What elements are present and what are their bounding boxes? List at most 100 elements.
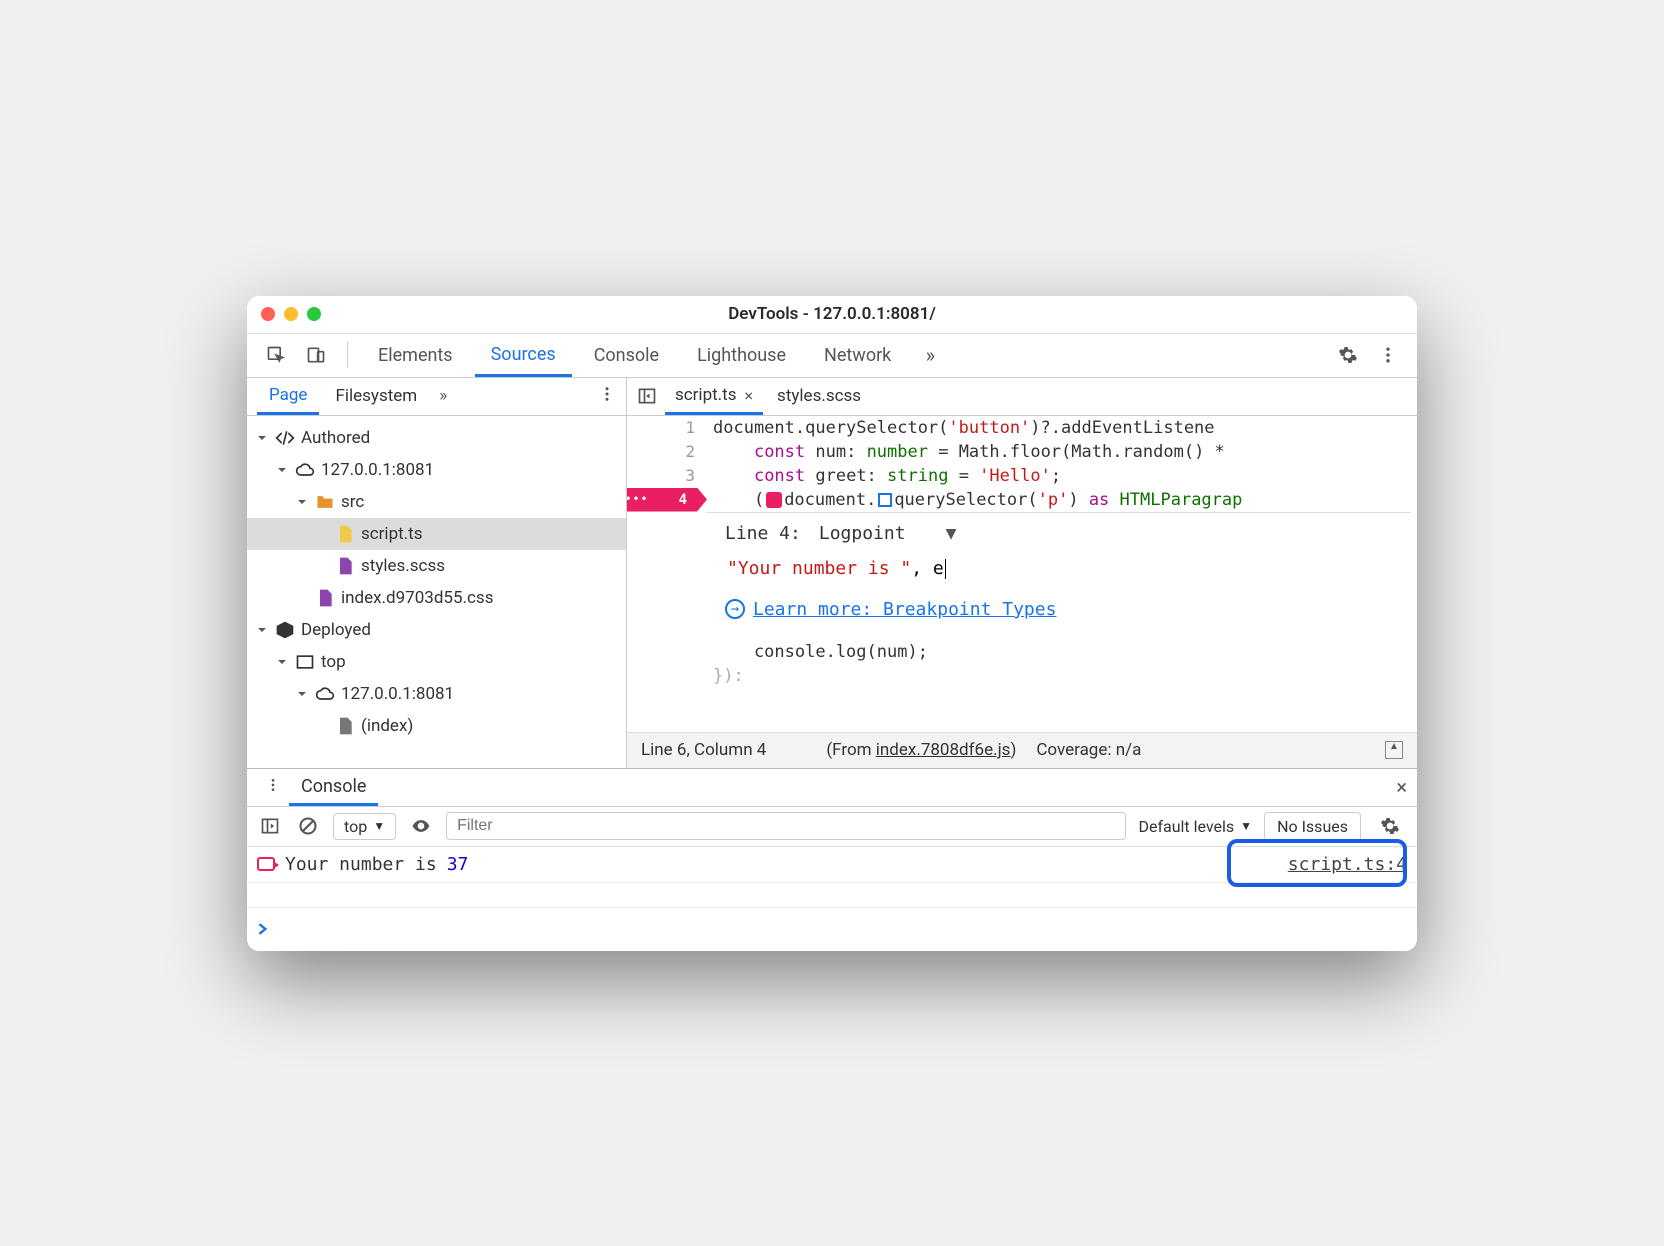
frame-icon <box>295 652 315 672</box>
tree-file-indexcss[interactable]: index.d9703d55.css <box>247 582 626 614</box>
tree-host[interactable]: 127.0.0.1:8081 <box>247 454 626 486</box>
logpoint-editor: Line 4: Logpoint ▼ "Your number is ", e … <box>707 512 1411 634</box>
tree-label: src <box>341 492 364 512</box>
tree-label: Authored <box>301 428 370 448</box>
console-message[interactable]: Your number is 37 script.ts:4 <box>247 847 1417 883</box>
close-tab-icon[interactable]: × <box>745 386 754 405</box>
css-file-icon <box>315 588 335 608</box>
inspect-element-icon[interactable] <box>259 338 293 372</box>
source-map-from: (From index.7808df6e.js) <box>826 740 1016 760</box>
tree-label: index.d9703d55.css <box>341 588 493 608</box>
tab-page[interactable]: Page <box>257 378 319 415</box>
code-editor[interactable]: 1 2 3 4 4 document.querySelector('button… <box>627 416 1417 732</box>
divider <box>347 342 348 368</box>
navigator-menu-icon[interactable] <box>598 385 616 407</box>
minimize-window-button[interactable] <box>284 307 298 321</box>
cursor-position: Line 6, Column 4 <box>641 740 766 760</box>
gutter[interactable]: 1 2 3 4 4 <box>627 416 707 732</box>
kebab-menu-icon[interactable] <box>1371 338 1405 372</box>
tree-deployed[interactable]: Deployed <box>247 614 626 646</box>
logpoint-message-icon <box>257 857 275 871</box>
issues-button[interactable]: No Issues <box>1264 812 1361 841</box>
chevron-down-icon: ▼ <box>946 523 957 544</box>
step-marker-icon <box>878 493 892 507</box>
document-icon <box>335 716 355 736</box>
clear-console-icon[interactable] <box>295 809 321 843</box>
message-number: 37 <box>447 854 469 875</box>
tab-sources[interactable]: Sources <box>475 334 572 377</box>
tree-file-script[interactable]: script.ts <box>247 518 626 550</box>
tab-lighthouse[interactable]: Lighthouse <box>681 334 802 377</box>
tree-label: Deployed <box>301 620 371 640</box>
log-levels-select[interactable]: Default levels ▼ <box>1138 817 1252 836</box>
breakpoint-type-value: Logpoint <box>819 523 906 544</box>
tree-folder-src[interactable]: src <box>247 486 626 518</box>
pretty-print-icon[interactable] <box>1385 741 1403 759</box>
tree-file-styles[interactable]: styles.scss <box>247 550 626 582</box>
chevron-down-icon: ▼ <box>1240 819 1252 833</box>
tree-host-deployed[interactable]: 127.0.0.1:8081 <box>247 678 626 710</box>
drawer-menu-icon[interactable] <box>257 777 289 797</box>
breakpoint-type-select[interactable]: Logpoint ▼ <box>819 523 957 544</box>
cloud-icon <box>315 684 335 704</box>
editor-tab-styles[interactable]: styles.scss <box>767 378 871 415</box>
logpoint-expression-input[interactable]: "Your number is ", e <box>725 554 1393 583</box>
navigator-panel: Page Filesystem » Authored 127.0.0.1:808… <box>247 378 627 768</box>
learn-more-link[interactable]: → Learn more: Breakpoint Types <box>725 599 1393 620</box>
tree-authored[interactable]: Authored <box>247 422 626 454</box>
console-settings-icon[interactable] <box>1373 809 1407 843</box>
devtools-window: DevTools - 127.0.0.1:8081/ Elements Sour… <box>247 296 1417 951</box>
logpoint-line-marker[interactable]: 4 <box>627 488 707 512</box>
settings-icon[interactable] <box>1331 338 1365 372</box>
drawer-tab-console[interactable]: Console <box>289 769 378 806</box>
step-marker-icon <box>766 492 782 508</box>
console-toolbar: top ▼ Default levels ▼ No Issues <box>247 807 1417 847</box>
tree-label: 127.0.0.1:8081 <box>341 684 454 704</box>
traffic-lights <box>261 307 321 321</box>
chevron-down-icon: ▼ <box>373 819 385 833</box>
window-title: DevTools - 127.0.0.1:8081/ <box>728 304 936 324</box>
tab-label: script.ts <box>675 385 737 405</box>
message-source-link[interactable]: script.ts:4 <box>1288 854 1407 875</box>
tree-label: (index) <box>361 716 413 736</box>
tree-label: 127.0.0.1:8081 <box>321 460 434 480</box>
learn-more-text[interactable]: Learn more: Breakpoint Types <box>753 599 1056 620</box>
tree-top[interactable]: top <box>247 646 626 678</box>
console-filter-input[interactable] <box>446 812 1126 840</box>
context-value: top <box>344 817 367 836</box>
execution-context-select[interactable]: top ▼ <box>333 813 396 840</box>
drawer-tabs: Console × <box>247 769 1417 807</box>
tree-file-index[interactable]: (index) <box>247 710 626 742</box>
coverage-info: Coverage: n/a <box>1036 740 1141 760</box>
main-split: Page Filesystem » Authored 127.0.0.1:808… <box>247 378 1417 768</box>
source-map-file-link[interactable]: index.7808df6e.js <box>876 740 1011 760</box>
device-toggle-icon[interactable] <box>299 338 333 372</box>
tree-label: script.ts <box>361 524 423 544</box>
more-side-tabs-icon[interactable]: » <box>433 378 453 415</box>
tab-console[interactable]: Console <box>578 334 675 377</box>
tab-filesystem[interactable]: Filesystem <box>323 378 429 415</box>
tab-elements[interactable]: Elements <box>362 334 469 377</box>
navigator-header: Page Filesystem » <box>247 378 626 416</box>
more-tabs-icon[interactable]: » <box>913 338 947 372</box>
tab-network[interactable]: Network <box>808 334 907 377</box>
editor-tab-script[interactable]: script.ts × <box>665 378 763 415</box>
levels-value: Default levels <box>1138 817 1234 836</box>
editor-status-bar: Line 6, Column 4 (From index.7808df6e.js… <box>627 732 1417 768</box>
ts-file-icon <box>335 524 355 544</box>
code-lines[interactable]: document.querySelector('button')?.addEve… <box>707 416 1417 732</box>
live-expression-icon[interactable] <box>408 809 434 843</box>
file-tree: Authored 127.0.0.1:8081 src script.ts <box>247 416 626 768</box>
editor-panel: script.ts × styles.scss 1 2 3 4 4 docume… <box>627 378 1417 768</box>
scss-file-icon <box>335 556 355 576</box>
zoom-window-button[interactable] <box>307 307 321 321</box>
arrow-right-circle-icon: → <box>725 599 745 619</box>
code-icon <box>275 428 295 448</box>
main-toolbar: Elements Sources Console Lighthouse Netw… <box>247 334 1417 378</box>
toggle-console-sidebar-icon[interactable] <box>257 809 283 843</box>
close-drawer-icon[interactable]: × <box>1396 775 1407 799</box>
message-text: Your number is <box>285 854 437 875</box>
close-window-button[interactable] <box>261 307 275 321</box>
console-prompt[interactable] <box>247 907 1417 951</box>
toggle-navigator-icon[interactable] <box>633 379 661 413</box>
